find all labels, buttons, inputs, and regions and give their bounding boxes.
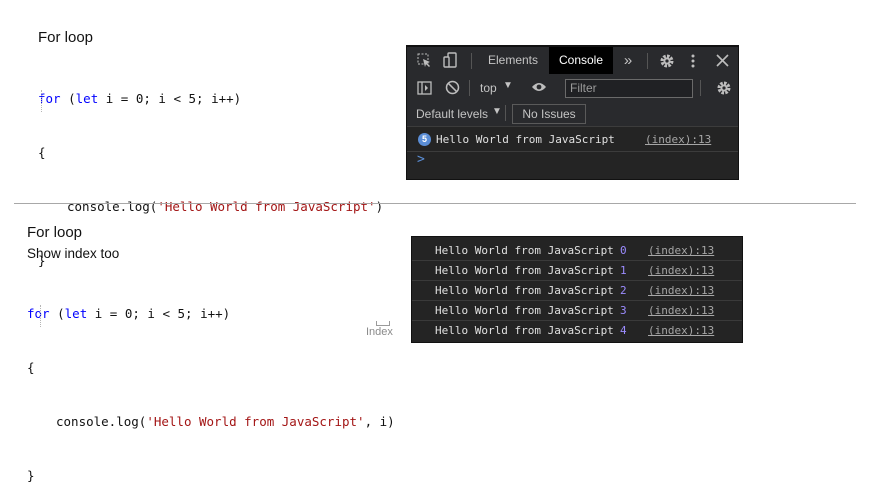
chevron-down-icon: ▼	[503, 80, 513, 91]
issues-button[interactable]: No Issues	[512, 104, 586, 124]
console-message-text: Hello World from JavaScript	[435, 264, 614, 277]
source-link[interactable]: (index):13	[648, 304, 714, 317]
console-message: Hello World from JavaScript 3 (index):13	[412, 300, 742, 321]
code-string: 'Hello World from JavaScript'	[146, 414, 365, 429]
device-icon[interactable]	[443, 52, 459, 70]
code-block: for (let i = 0; i < 5; i++) { console.lo…	[27, 269, 395, 503]
code-line: for (let i = 0; i < 5; i++)	[27, 306, 231, 321]
source-link[interactable]: (index):13	[645, 133, 711, 146]
index-variable: i	[379, 414, 388, 429]
source-link[interactable]: (index):13	[648, 284, 714, 297]
console-output-panel: Hello World from JavaScript 0 (index):13…	[411, 236, 743, 343]
sidebar-icon[interactable]	[417, 81, 432, 97]
kebab-menu-icon[interactable]	[690, 53, 696, 71]
console-message: Hello World from JavaScript 4 (index):13	[412, 320, 742, 340]
console-message: Hello World from JavaScript 1 (index):13	[412, 260, 742, 281]
chevron-down-icon: ▼	[492, 106, 502, 117]
code-line: {	[27, 360, 35, 375]
console-message-number: 1	[620, 264, 627, 277]
eye-icon[interactable]	[531, 81, 547, 95]
console-message-number: 3	[620, 304, 627, 317]
console-message-text: Hello World from JavaScript	[435, 324, 614, 337]
console-message: Hello World from JavaScript 2 (index):13	[412, 280, 742, 301]
source-link[interactable]: (index):13	[648, 244, 714, 257]
clear-icon[interactable]	[445, 80, 460, 97]
gear-icon[interactable]	[716, 80, 732, 98]
source-link[interactable]: (index):13	[648, 264, 714, 277]
divider	[469, 80, 470, 96]
section-subtitle: Show index too	[27, 246, 120, 261]
console-message-number: 0	[620, 244, 627, 257]
code-string: 'Hello World from JavaScript'	[157, 199, 376, 214]
source-link[interactable]: (index):13	[648, 324, 714, 337]
console-message-number: 2	[620, 284, 627, 297]
devtools-tabbar: Elements Console »	[407, 47, 738, 76]
section-divider	[14, 203, 856, 204]
more-tabs-button[interactable]: »	[615, 47, 641, 74]
index-annotation: Index	[366, 326, 393, 338]
code-line: console.log('Hello World from JavaScript…	[67, 199, 384, 214]
section-title: For loop	[27, 224, 83, 241]
console-message-text: Hello World from JavaScript	[435, 284, 614, 297]
console-levels-bar: Default levels ▼ No Issues	[407, 101, 738, 127]
code-keyword: for	[27, 306, 50, 321]
console-toolbar: top ▼ Filter	[407, 75, 738, 102]
code-keyword: let	[64, 306, 88, 321]
settings-icon[interactable]	[659, 53, 675, 71]
indent-guide	[41, 90, 42, 112]
filter-input[interactable]: Filter	[565, 79, 693, 98]
tab-console[interactable]: Console	[549, 47, 613, 74]
console-message-text: Hello World from JavaScript	[436, 133, 615, 146]
console-message-text: Hello World from JavaScript	[435, 304, 614, 317]
prompt-chevron-icon: >	[417, 152, 425, 167]
code-line: }	[27, 468, 35, 483]
code-line: for (let i = 0; i < 5; i++)	[38, 91, 242, 106]
console-message-number: 4	[620, 324, 627, 337]
console-message-text: Hello World from JavaScript	[435, 244, 614, 257]
console-prompt[interactable]: >	[407, 151, 738, 169]
devtools-panel: Elements Console » top ▼ Filter Default …	[406, 45, 739, 180]
close-icon[interactable]	[716, 54, 729, 69]
context-selector[interactable]: top	[480, 81, 497, 95]
code-line: {	[38, 145, 46, 160]
console-message: 5 Hello World from JavaScript (index):13	[407, 129, 738, 152]
code-line: console.log('Hello World from JavaScript…	[56, 414, 395, 429]
divider	[700, 80, 701, 96]
levels-dropdown[interactable]: Default levels	[416, 107, 488, 121]
section-title: For loop	[38, 29, 94, 46]
inspect-icon[interactable]	[417, 53, 432, 70]
divider	[471, 53, 472, 69]
repeat-count-badge: 5	[418, 133, 431, 146]
tab-elements[interactable]: Elements	[479, 47, 547, 74]
indent-guide	[40, 305, 41, 327]
console-message: Hello World from JavaScript 0 (index):13	[412, 240, 742, 261]
divider	[505, 105, 506, 121]
divider	[647, 53, 648, 69]
code-keyword: let	[75, 91, 99, 106]
